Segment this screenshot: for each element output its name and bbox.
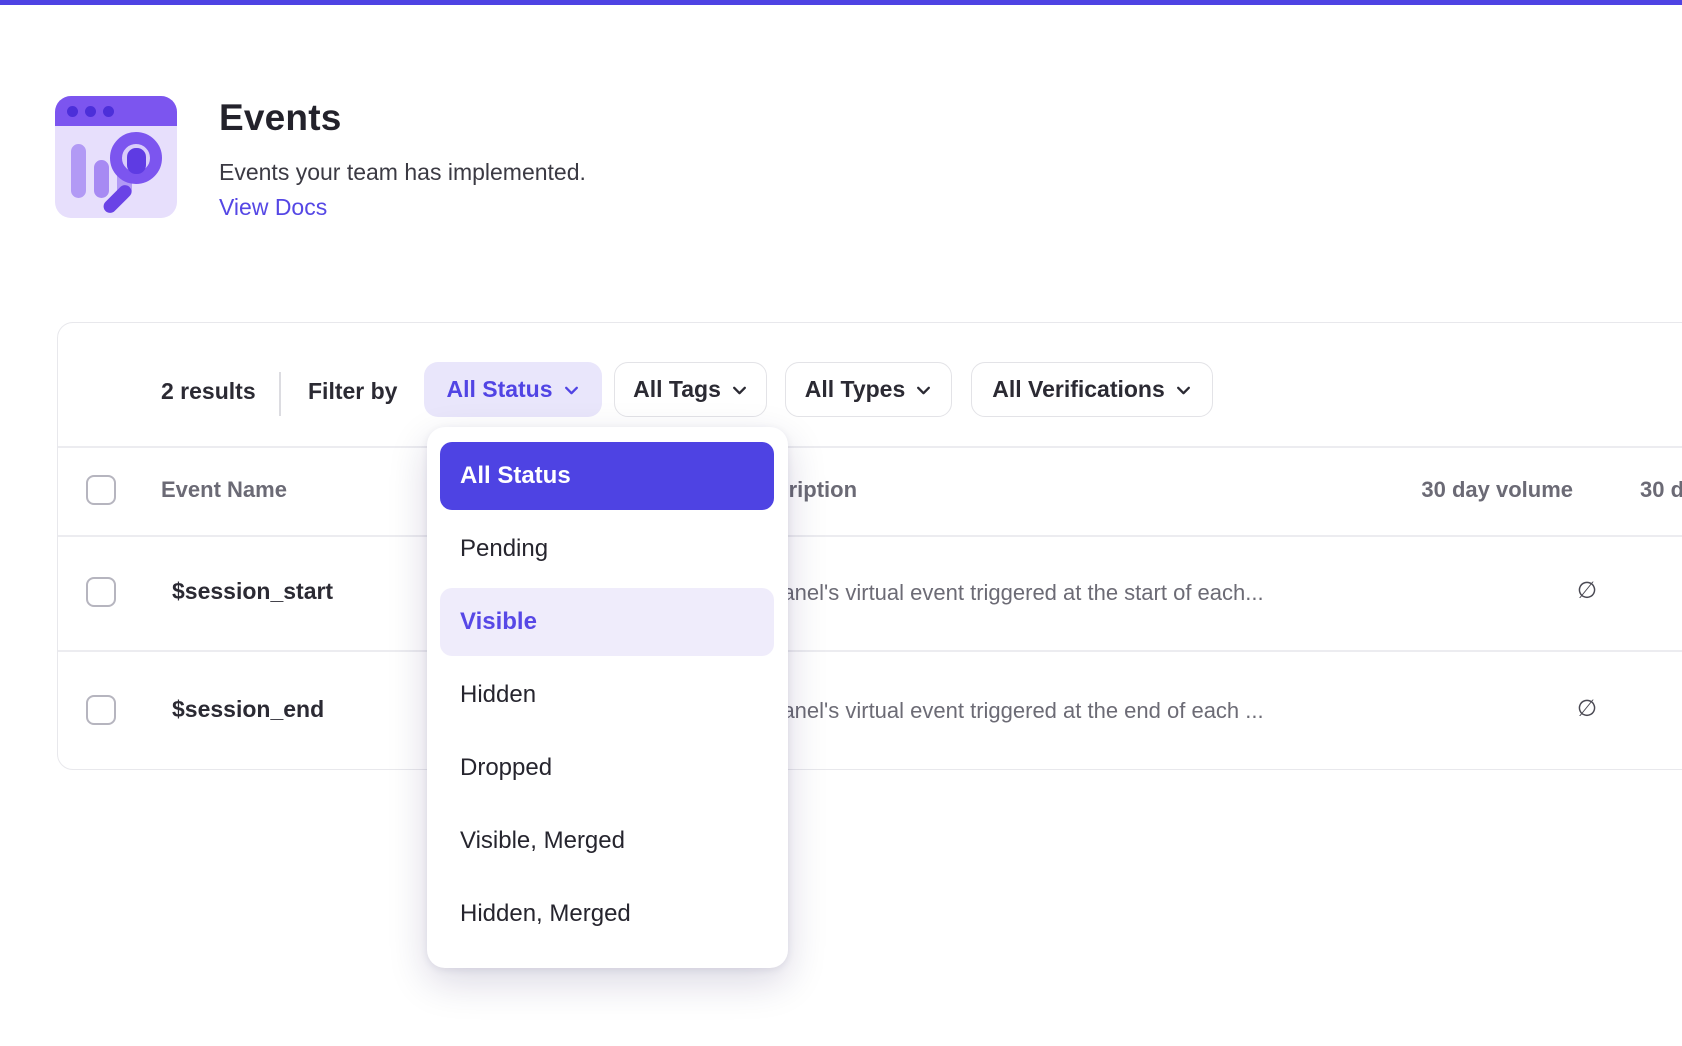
toolbar-divider — [279, 372, 281, 416]
filter-all-verifications-button[interactable]: All Verifications — [971, 362, 1213, 417]
row-checkbox[interactable] — [86, 577, 116, 607]
column-header-event-name[interactable]: Event Name — [161, 477, 287, 503]
dropdown-item-hidden[interactable]: Hidden — [440, 661, 774, 729]
filter-label: All Verifications — [992, 376, 1165, 403]
chart-bar-icon — [71, 144, 86, 198]
chevron-down-icon — [563, 382, 580, 399]
dropdown-item-visible[interactable]: Visible — [440, 588, 774, 656]
column-header-30-day-users[interactable]: 30 day users — [1640, 477, 1682, 503]
row-checkbox[interactable] — [86, 695, 116, 725]
events-analytics-icon — [55, 96, 177, 218]
dropdown-item-visible-merged[interactable]: Visible, Merged — [440, 807, 774, 875]
page-title: Events — [219, 97, 342, 139]
column-header-30-day-volume[interactable]: 30 day volume — [1421, 477, 1573, 503]
top-accent-bar — [0, 0, 1682, 5]
chevron-down-icon — [1175, 382, 1192, 399]
window-dot-icon — [103, 106, 114, 117]
window-dot-icon — [85, 106, 96, 117]
chart-bar-icon — [94, 160, 109, 198]
dropdown-item-pending[interactable]: Pending — [440, 515, 774, 583]
event-description-cell: Mixpanel's virtual event triggered at th… — [736, 580, 1264, 606]
magnifier-core-icon — [127, 148, 146, 174]
header-bottom-border — [58, 535, 1682, 537]
row-divider — [58, 650, 1682, 652]
event-volume-cell: ∅ — [1577, 696, 1597, 722]
event-description-cell: Mixpanel's virtual event triggered at th… — [736, 698, 1264, 724]
event-name-cell[interactable]: $session_start — [172, 578, 333, 605]
results-count: 2 results — [161, 378, 256, 405]
filter-all-types-button[interactable]: All Types — [785, 362, 952, 417]
filter-all-status-button[interactable]: All Status — [424, 362, 602, 417]
dropdown-item-hidden-merged[interactable]: Hidden, Merged — [440, 880, 774, 948]
chevron-down-icon — [731, 382, 748, 399]
chevron-down-icon — [915, 382, 932, 399]
filter-label: All Types — [805, 376, 906, 403]
select-all-checkbox[interactable] — [86, 475, 116, 505]
view-docs-link[interactable]: View Docs — [219, 194, 327, 221]
page-subtitle: Events your team has implemented. — [219, 159, 586, 186]
header-top-border — [58, 446, 1682, 448]
event-volume-cell: ∅ — [1577, 578, 1597, 604]
dropdown-item-all-status[interactable]: All Status — [440, 442, 774, 510]
filter-label: All Tags — [633, 376, 721, 403]
window-dot-icon — [67, 106, 78, 117]
filter-all-tags-button[interactable]: All Tags — [614, 362, 767, 417]
filter-by-label: Filter by — [308, 378, 397, 405]
events-page: Events Events your team has implemented.… — [0, 0, 1682, 1046]
filter-label: All Status — [446, 376, 552, 403]
status-dropdown-menu: All Status Pending Visible Hidden Droppe… — [427, 427, 788, 968]
dropdown-item-dropped[interactable]: Dropped — [440, 734, 774, 802]
event-name-cell[interactable]: $session_end — [172, 696, 324, 723]
